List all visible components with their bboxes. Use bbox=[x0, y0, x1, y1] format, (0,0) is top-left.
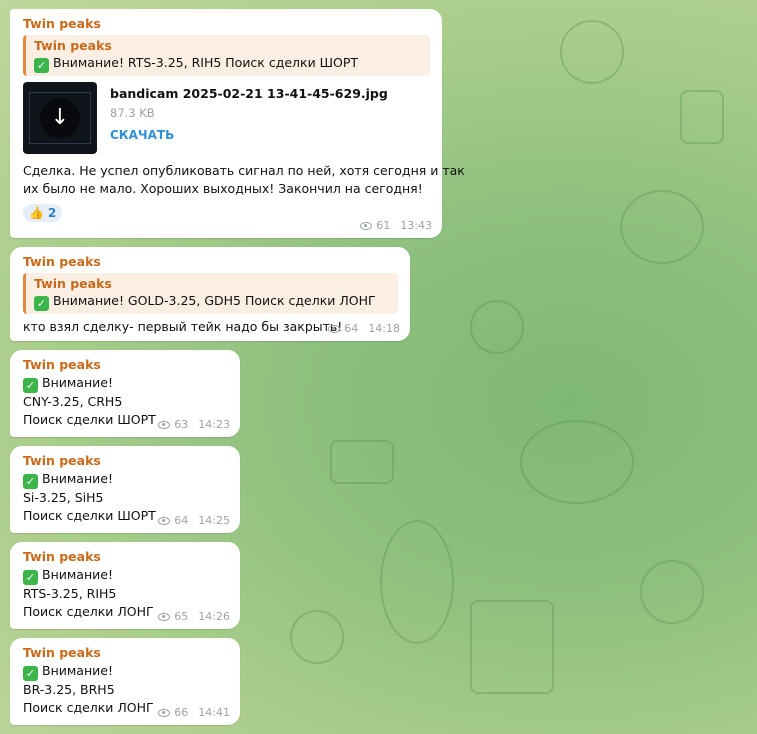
eye-icon bbox=[158, 612, 171, 621]
background-doodle bbox=[520, 420, 634, 504]
alert-text: Внимание! bbox=[42, 663, 113, 678]
message-text-line: ✓ Внимание! bbox=[23, 566, 228, 585]
message-meta: 64 14:18 bbox=[328, 322, 400, 335]
view-count: 64 bbox=[174, 514, 189, 527]
reply-text-row: ✓ Внимание! RTS-3.25, RIH5 Поиск сделки Ш… bbox=[34, 54, 422, 73]
message-bubble[interactable]: Twin peaks ✓ Внимание! CNY-3.25, CRH5 Пои… bbox=[10, 350, 240, 437]
sender-name[interactable]: Twin peaks bbox=[23, 548, 228, 566]
message-meta: 65 14:26 bbox=[158, 610, 230, 623]
message-text-line: CNY-3.25, CRH5 bbox=[23, 394, 123, 409]
message-text-line: ✓ Внимание! bbox=[23, 662, 228, 681]
message-time: 13:43 bbox=[400, 219, 432, 232]
reaction-badge[interactable]: 👍 2 bbox=[23, 204, 63, 222]
check-mark-icon: ✓ bbox=[34, 58, 49, 73]
view-count: 61 bbox=[376, 219, 391, 232]
file-size: 87.3 KB bbox=[110, 106, 155, 120]
check-mark-icon: ✓ bbox=[23, 666, 38, 681]
message-bubble[interactable]: Twin peaks ✓ Внимание! Si-3.25, SiH5 Поис… bbox=[10, 446, 240, 533]
reply-sender: Twin peaks bbox=[34, 276, 112, 291]
message-bubble[interactable]: Twin peaks Twin peaks ✓ Внимание! RTS-3.2… bbox=[10, 9, 465, 238]
download-arrow-icon[interactable]: ↓ bbox=[40, 98, 80, 138]
eye-icon bbox=[158, 708, 171, 717]
check-mark-icon: ✓ bbox=[34, 296, 49, 311]
reply-text: Внимание! RTS-3.25, RIH5 Поиск сделки ШО… bbox=[53, 55, 359, 70]
message-meta: 64 14:25 bbox=[158, 514, 230, 527]
background-doodle bbox=[290, 610, 344, 664]
message-text-line: их было не мало. Хороших выходных! Закон… bbox=[23, 181, 423, 196]
eye-icon bbox=[158, 516, 171, 525]
alert-text: Внимание! bbox=[42, 567, 113, 582]
reply-text-row: ✓ Внимание! GOLD-3.25, GDH5 Поиск сделки … bbox=[34, 292, 390, 311]
message-time: 14:41 bbox=[198, 706, 230, 719]
message-text-line: BR-3.25, BRH5 bbox=[23, 682, 115, 697]
background-doodle bbox=[470, 300, 524, 354]
message-bubble[interactable]: Twin peaks ✓ Внимание! BR-3.25, BRH5 Поис… bbox=[10, 638, 240, 725]
reaction-count: 2 bbox=[47, 206, 57, 220]
file-name: bandicam 2025-02-21 13-41-45-629.jpg bbox=[110, 86, 388, 101]
message-time: 14:26 bbox=[198, 610, 230, 623]
background-doodle bbox=[560, 20, 624, 84]
sender-name[interactable]: Twin peaks bbox=[23, 452, 228, 470]
background-doodle bbox=[680, 90, 724, 144]
check-mark-icon: ✓ bbox=[23, 570, 38, 585]
message-meta: 61 13:43 bbox=[360, 219, 432, 232]
eye-icon bbox=[328, 324, 341, 333]
message-text-line: ✓ Внимание! bbox=[23, 374, 228, 393]
alert-text: Внимание! bbox=[42, 375, 113, 390]
background-doodle bbox=[470, 600, 554, 694]
message-time: 14:18 bbox=[368, 322, 400, 335]
background-doodle bbox=[380, 520, 454, 644]
reply-quote[interactable]: Twin peaks ✓ Внимание! GOLD-3.25, GDH5 По… bbox=[23, 273, 398, 314]
sender-name[interactable]: Twin peaks bbox=[23, 253, 398, 271]
message-text-line: ✓ Внимание! bbox=[23, 470, 228, 489]
message-meta: 66 14:41 bbox=[158, 706, 230, 719]
sender-name[interactable]: Twin peaks bbox=[23, 356, 228, 374]
eye-icon bbox=[360, 221, 373, 230]
background-doodle bbox=[640, 560, 704, 624]
reply-text: Внимание! GOLD-3.25, GDH5 Поиск сделки Л… bbox=[53, 293, 376, 308]
reply-sender: Twin peaks bbox=[34, 38, 112, 53]
background-doodle bbox=[620, 190, 704, 264]
view-count: 63 bbox=[174, 418, 189, 431]
thumbs-up-icon: 👍 bbox=[29, 206, 44, 220]
alert-text: Внимание! bbox=[42, 471, 113, 486]
check-mark-icon: ✓ bbox=[23, 378, 38, 393]
message-time: 14:23 bbox=[198, 418, 230, 431]
reply-quote[interactable]: Twin peaks ✓ Внимание! RTS-3.25, RIH5 Пои… bbox=[23, 35, 430, 76]
file-thumbnail[interactable]: ↓ bbox=[23, 82, 97, 154]
message-text-line: Si-3.25, SiH5 bbox=[23, 490, 104, 505]
background-doodle bbox=[330, 440, 394, 484]
message-time: 14:25 bbox=[198, 514, 230, 527]
view-count: 66 bbox=[174, 706, 189, 719]
message-meta: 63 14:23 bbox=[158, 418, 230, 431]
sender-name[interactable]: Twin peaks bbox=[23, 644, 228, 662]
check-mark-icon: ✓ bbox=[23, 474, 38, 489]
message-bubble[interactable]: Twin peaks Twin peaks ✓ Внимание! GOLD-3.… bbox=[10, 247, 410, 341]
message-text-line: Сделка. Не успел опубликовать сигнал по … bbox=[23, 163, 465, 178]
message-text-line: RTS-3.25, RIH5 bbox=[23, 586, 117, 601]
message-bubble[interactable]: Twin peaks ✓ Внимание! RTS-3.25, RIH5 Пои… bbox=[10, 542, 240, 629]
view-count: 64 bbox=[344, 322, 359, 335]
sender-name[interactable]: Twin peaks bbox=[23, 15, 430, 33]
view-count: 65 bbox=[174, 610, 189, 623]
eye-icon bbox=[158, 420, 171, 429]
file-attachment[interactable]: ↓ bandicam 2025-02-21 13-41-45-629.jpg 8… bbox=[23, 82, 430, 154]
download-link[interactable]: СКАЧАТЬ bbox=[110, 122, 388, 148]
